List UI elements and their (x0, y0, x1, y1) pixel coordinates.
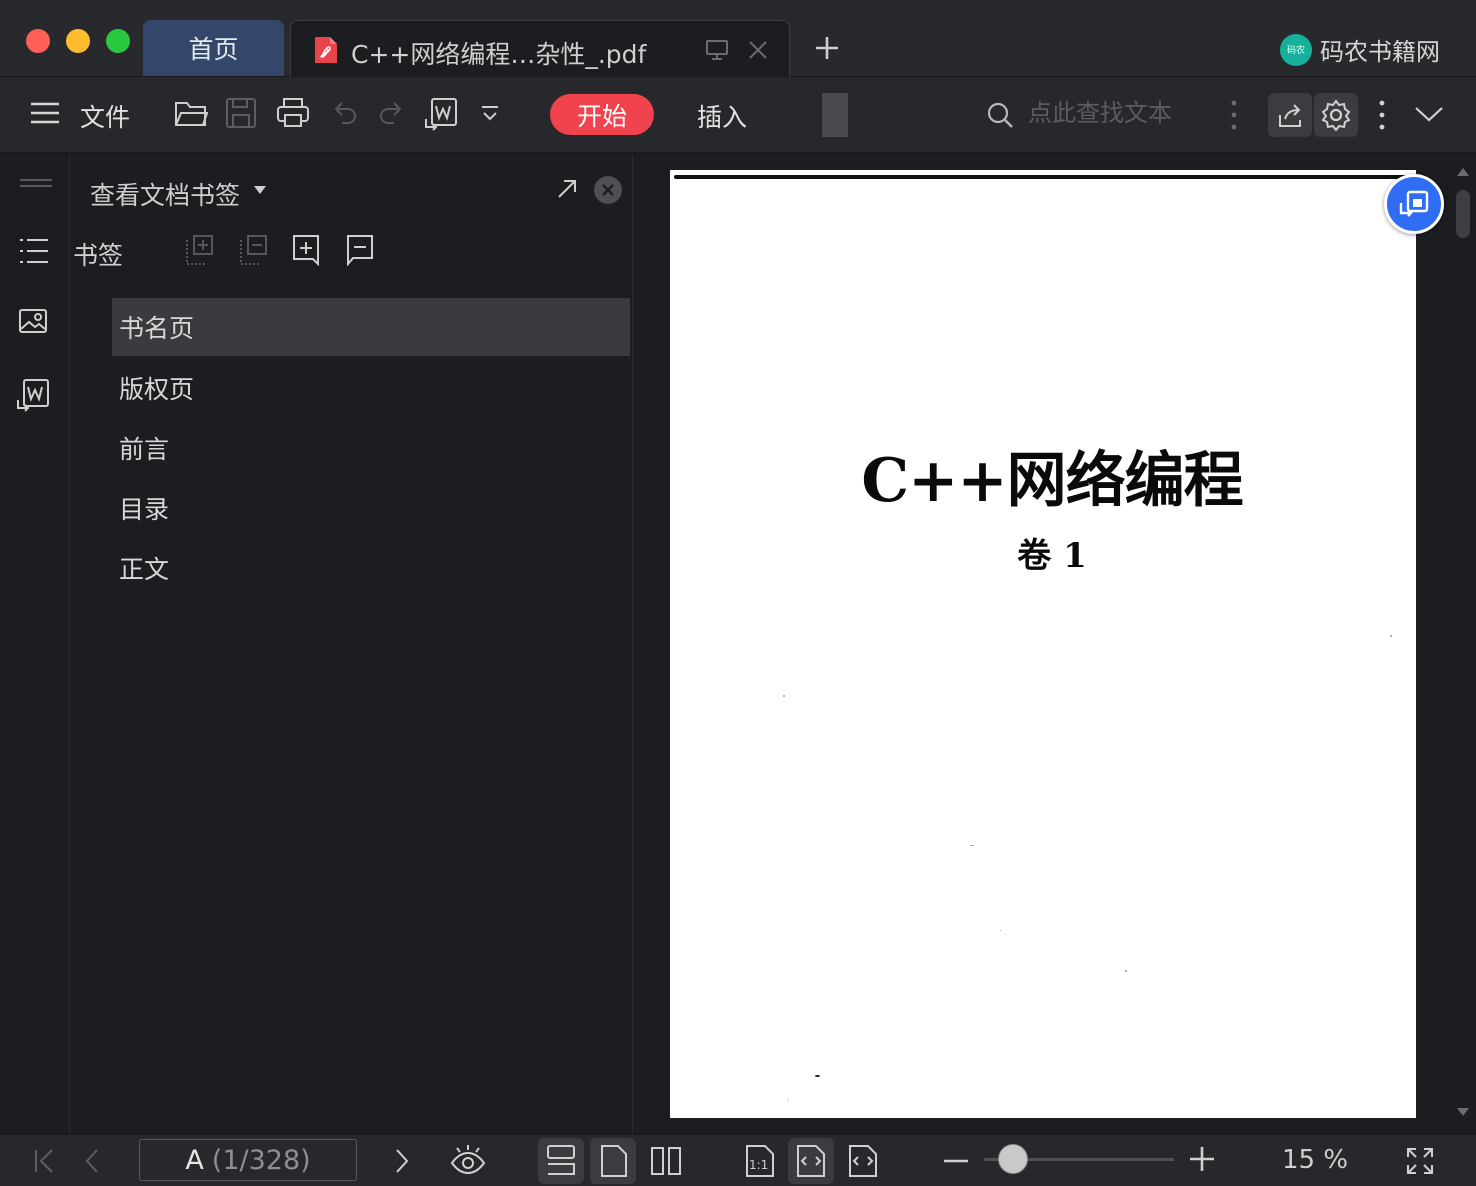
vertical-scrollbar[interactable] (1454, 168, 1470, 1118)
convert-to-word-icon[interactable] (16, 378, 50, 412)
scan-speck (1000, 930, 1001, 931)
caret-down-icon[interactable] (254, 186, 266, 194)
tab-start[interactable]: 开始 (550, 94, 654, 135)
more-vertical-icon[interactable] (1228, 99, 1240, 131)
quick-access-dropdown-icon[interactable] (480, 105, 500, 123)
zoom-level[interactable]: 15 % (1282, 1145, 1348, 1175)
pdf-to-word-icon[interactable] (424, 97, 458, 131)
close-icon[interactable] (747, 39, 769, 61)
file-menu-button[interactable]: 文件 (80, 98, 130, 134)
more-options-icon[interactable] (1376, 99, 1388, 131)
single-page-icon (600, 1144, 628, 1178)
eye-protection-icon[interactable] (450, 1143, 486, 1177)
redo-icon[interactable] (378, 99, 406, 127)
brand-name: 码农书籍网 (1320, 38, 1440, 66)
status-bar: A (1/328) 1:1 15 % (0, 1134, 1476, 1186)
search-input[interactable] (1028, 99, 1208, 127)
gear-icon (1320, 99, 1352, 131)
page-top-rule (674, 175, 1414, 179)
pop-out-arrow-icon[interactable] (556, 178, 578, 200)
undo-icon[interactable] (330, 99, 358, 127)
svg-text:1:1: 1:1 (749, 1158, 768, 1172)
bookmark-panel: 查看文档书签 书签 书名页 版权页 前言 目录 正文 (70, 154, 633, 1134)
scan-speck (815, 1075, 820, 1077)
actual-size-icon[interactable]: 1:1 (745, 1144, 775, 1178)
add-bookmark-icon[interactable] (292, 234, 320, 266)
page-number-field[interactable]: A (1/328) (139, 1139, 357, 1181)
fit-page-icon (796, 1144, 826, 1178)
thumbnails-image-icon[interactable] (18, 308, 48, 336)
bookmark-list: 书名页 版权页 前言 目录 正文 (112, 298, 630, 598)
search-icon (986, 101, 1014, 129)
scan-speck (783, 695, 785, 697)
scroll-down-arrow-icon[interactable] (1457, 1108, 1469, 1116)
panel-title-dropdown[interactable]: 查看文档书签 (90, 176, 240, 212)
zoom-in-icon[interactable] (1190, 1147, 1214, 1171)
convert-float-button[interactable] (1384, 174, 1444, 234)
brand-logo-icon: 码农 (1280, 33, 1312, 66)
page-count: (1/328) (211, 1144, 311, 1176)
panel-handle-icon[interactable] (20, 178, 52, 188)
tab-insert[interactable]: 插入 (697, 98, 747, 134)
main-toolbar: 文件 开始 插入 (0, 77, 1476, 153)
tab-document-title: C++网络编程…杂性_.pdf (351, 40, 647, 69)
scan-speck (1390, 635, 1392, 637)
document-viewer[interactable]: C++网络编程 卷 1 (634, 154, 1476, 1134)
close-icon (602, 184, 614, 196)
monitor-icon[interactable] (705, 39, 729, 61)
fullscreen-icon[interactable] (1406, 1147, 1434, 1175)
tab-start-label: 开始 (576, 101, 627, 131)
share-button[interactable] (1268, 93, 1312, 137)
first-page-icon[interactable] (34, 1148, 56, 1174)
list-item[interactable]: 版权页 (112, 358, 630, 418)
document-title: C++网络编程 (861, 446, 1243, 516)
list-item[interactable]: 书名页 (112, 298, 630, 356)
zoom-slider-handle[interactable] (997, 1144, 1028, 1174)
tab-home-label: 首页 (188, 35, 239, 64)
expand-all-icon[interactable] (184, 234, 214, 266)
scan-speck (787, 1100, 788, 1101)
print-icon[interactable] (276, 97, 310, 129)
scan-speck (1125, 970, 1127, 972)
scroll-up-arrow-icon[interactable] (1457, 168, 1469, 176)
side-rail (0, 154, 70, 1134)
fit-width-icon[interactable] (848, 1144, 878, 1178)
scan-speck (970, 845, 974, 846)
two-page-icon[interactable] (650, 1144, 682, 1178)
list-item[interactable]: 目录 (112, 478, 630, 538)
more-tabs-scroll-button[interactable] (822, 93, 848, 137)
hamburger-menu-icon[interactable] (30, 101, 60, 125)
scrollbar-thumb[interactable] (1456, 190, 1470, 238)
chevron-down-icon[interactable] (1414, 105, 1444, 123)
next-page-icon[interactable] (394, 1148, 410, 1174)
bookmarks-outline-icon[interactable] (20, 238, 48, 264)
list-item[interactable]: 正文 (112, 538, 630, 598)
convert-icon (1398, 189, 1430, 219)
open-folder-icon[interactable] (174, 97, 208, 129)
settings-button[interactable] (1314, 93, 1358, 137)
pdf-page: C++网络编程 卷 1 (670, 170, 1416, 1118)
collapse-all-icon[interactable] (238, 234, 268, 266)
minimize-window-button[interactable] (66, 29, 90, 53)
share-icon (1276, 101, 1304, 129)
zoom-out-icon[interactable] (944, 1159, 968, 1163)
maximize-window-button[interactable] (106, 29, 130, 53)
bookmark-label: 书签 (73, 241, 124, 270)
list-item[interactable]: 前言 (112, 418, 630, 478)
pdf-file-icon (313, 35, 339, 65)
tab-document[interactable]: C++网络编程…杂性_.pdf (290, 20, 790, 77)
new-tab-plus-icon[interactable] (813, 34, 841, 62)
continuous-page-icon (546, 1144, 576, 1178)
title-bar: 首页 C++网络编程…杂性_.pdf 码农 码农书籍网 (0, 0, 1476, 77)
document-volume: 卷 1 (1017, 536, 1087, 576)
save-icon[interactable] (225, 97, 257, 129)
tab-home[interactable]: 首页 (143, 20, 284, 76)
page-label: A (185, 1144, 204, 1176)
site-brand[interactable]: 码农 码农书籍网 (1280, 32, 1440, 67)
close-window-button[interactable] (26, 29, 50, 53)
remove-bookmark-icon[interactable] (346, 234, 374, 266)
panel-close-button[interactable] (594, 176, 622, 204)
previous-page-icon[interactable] (84, 1148, 100, 1174)
